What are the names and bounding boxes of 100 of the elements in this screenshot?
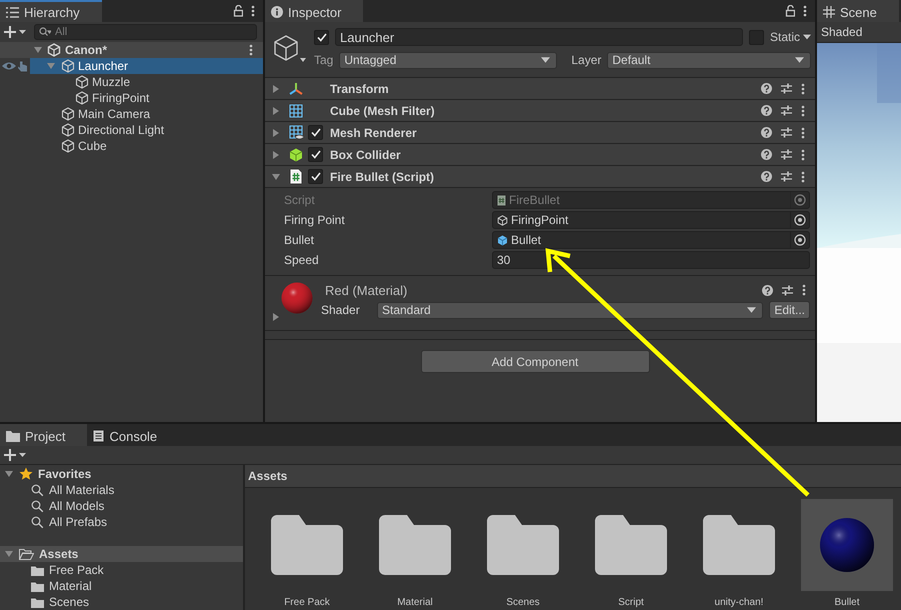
- cube-icon: [61, 107, 75, 121]
- more-icon[interactable]: [803, 5, 807, 17]
- star-icon: [19, 467, 33, 481]
- hierarchy-item[interactable]: Launcher: [30, 58, 263, 74]
- static-checkbox[interactable]: [748, 30, 764, 44]
- hierarchy-item[interactable]: Cube: [30, 138, 263, 154]
- scene-name: Canon*: [65, 43, 107, 57]
- cube-icon: [75, 75, 89, 89]
- panel-tab[interactable]: Scene: [817, 0, 899, 22]
- shader-dropdown[interactable]: Standard: [377, 302, 764, 318]
- object-picker-icon[interactable]: [794, 234, 806, 246]
- help-icon[interactable]: [761, 149, 772, 160]
- lock-icon[interactable]: [785, 5, 795, 17]
- component-header[interactable]: Box Collider: [265, 144, 815, 166]
- tag-dropdown[interactable]: Untagged: [339, 52, 558, 68]
- collapsed-arrow-icon[interactable]: [271, 128, 281, 138]
- hand-icon[interactable]: [17, 60, 29, 72]
- sliders-icon[interactable]: [781, 171, 792, 182]
- collapsed-arrow-icon[interactable]: [271, 84, 281, 94]
- more-icon[interactable]: [801, 82, 805, 94]
- folder-icon: [487, 515, 559, 575]
- help-icon[interactable]: [761, 171, 772, 182]
- collapsed-arrow-icon[interactable]: [271, 150, 281, 160]
- hierarchy-item[interactable]: Main Camera: [30, 106, 263, 122]
- sliders-icon[interactable]: [781, 127, 792, 138]
- help-icon[interactable]: [761, 105, 772, 116]
- scene-header[interactable]: Canon*: [0, 42, 263, 58]
- panel-tab[interactable]: Hierarchy: [0, 0, 102, 22]
- more-icon[interactable]: [801, 104, 805, 116]
- sidebar-item[interactable]: Assets: [0, 546, 243, 562]
- component-header[interactable]: Fire Bullet (Script): [265, 166, 815, 188]
- mesh-grid-icon: [289, 104, 303, 118]
- sidebar-item[interactable]: Material: [0, 578, 243, 594]
- more-icon[interactable]: [801, 148, 805, 160]
- field-label: Script: [284, 193, 316, 207]
- hierarchy-item[interactable]: FiringPoint: [30, 90, 263, 106]
- asset-tile[interactable]: [801, 499, 893, 591]
- console-icon: [93, 430, 104, 442]
- add-icon[interactable]: [4, 25, 26, 39]
- collapsed-arrow-icon[interactable]: [271, 106, 281, 116]
- sidebar-item[interactable]: Scenes: [0, 594, 243, 610]
- sidebar-item[interactable]: All Materials: [0, 482, 243, 498]
- sidebar-item[interactable]: All Prefabs: [0, 514, 243, 530]
- search-field[interactable]: All: [34, 24, 257, 40]
- script-file-icon: [497, 194, 506, 206]
- number-field[interactable]: 30: [492, 251, 810, 269]
- eye-icon[interactable]: [1, 61, 17, 71]
- name-field[interactable]: Launcher: [335, 28, 743, 46]
- hierarchy-item[interactable]: Muzzle: [30, 74, 263, 90]
- more-icon[interactable]: [801, 126, 805, 138]
- active-checkbox[interactable]: [314, 30, 329, 44]
- hierarchy-item[interactable]: Directional Light: [30, 122, 263, 138]
- checkmark-icon: [310, 172, 320, 181]
- help-icon[interactable]: [761, 83, 772, 94]
- cube-icon[interactable]: [272, 34, 300, 62]
- object-picker-icon[interactable]: [794, 214, 806, 226]
- lock-icon[interactable]: [233, 5, 243, 17]
- sliders-icon[interactable]: [781, 149, 792, 160]
- collapsed-arrow-icon[interactable]: [271, 312, 281, 322]
- more-icon[interactable]: [249, 44, 253, 56]
- panel-tab[interactable]: Project: [0, 424, 88, 446]
- component-checkbox[interactable]: [308, 147, 323, 162]
- more-icon[interactable]: [251, 5, 255, 17]
- tag-label: Tag: [314, 53, 334, 67]
- asset-label: Scenes: [506, 597, 540, 608]
- expanded-arrow-icon[interactable]: [33, 45, 43, 55]
- component-header[interactable]: Transform: [265, 78, 815, 100]
- asset-label: Bullet: [834, 597, 860, 608]
- object-field[interactable]: FiringPoint: [492, 211, 810, 229]
- help-icon[interactable]: [761, 127, 772, 138]
- more-icon[interactable]: [802, 284, 806, 296]
- shading-mode-dropdown[interactable]: Shaded: [821, 25, 862, 39]
- sliders-icon[interactable]: [781, 105, 792, 116]
- object-field[interactable]: Bullet: [492, 231, 810, 249]
- dropdown-caret-icon[interactable]: [300, 58, 306, 62]
- add-component-button[interactable]: Add Component: [420, 350, 650, 373]
- component-checkbox[interactable]: [308, 169, 323, 184]
- cube-icon: [61, 123, 75, 137]
- help-icon[interactable]: [762, 284, 773, 296]
- panel-tab[interactable]: Inspector: [265, 0, 364, 22]
- sliders-icon[interactable]: [782, 284, 793, 296]
- add-icon[interactable]: [4, 448, 26, 462]
- sliders-icon[interactable]: [781, 83, 792, 94]
- component-title: Transform: [330, 82, 389, 96]
- component-checkbox[interactable]: [308, 125, 323, 140]
- sidebar-item[interactable]: Free Pack: [0, 562, 243, 578]
- sidebar-item[interactable]: Favorites: [0, 466, 243, 482]
- component-header[interactable]: Cube (Mesh Filter): [265, 100, 815, 122]
- more-icon[interactable]: [801, 170, 805, 182]
- edit-button[interactable]: Edit...: [769, 301, 810, 319]
- sidebar-item[interactable]: All Models: [0, 498, 243, 514]
- static-dropdown[interactable]: Static: [770, 30, 811, 44]
- expanded-arrow-icon[interactable]: [4, 549, 14, 559]
- asset-label: Script: [618, 597, 644, 608]
- component-title: Mesh Renderer: [330, 126, 417, 140]
- expanded-arrow-icon[interactable]: [271, 172, 281, 182]
- expanded-arrow-icon[interactable]: [4, 469, 14, 479]
- folder-icon: [31, 564, 44, 576]
- component-header[interactable]: Mesh Renderer: [265, 122, 815, 144]
- layer-dropdown[interactable]: Default: [607, 52, 811, 68]
